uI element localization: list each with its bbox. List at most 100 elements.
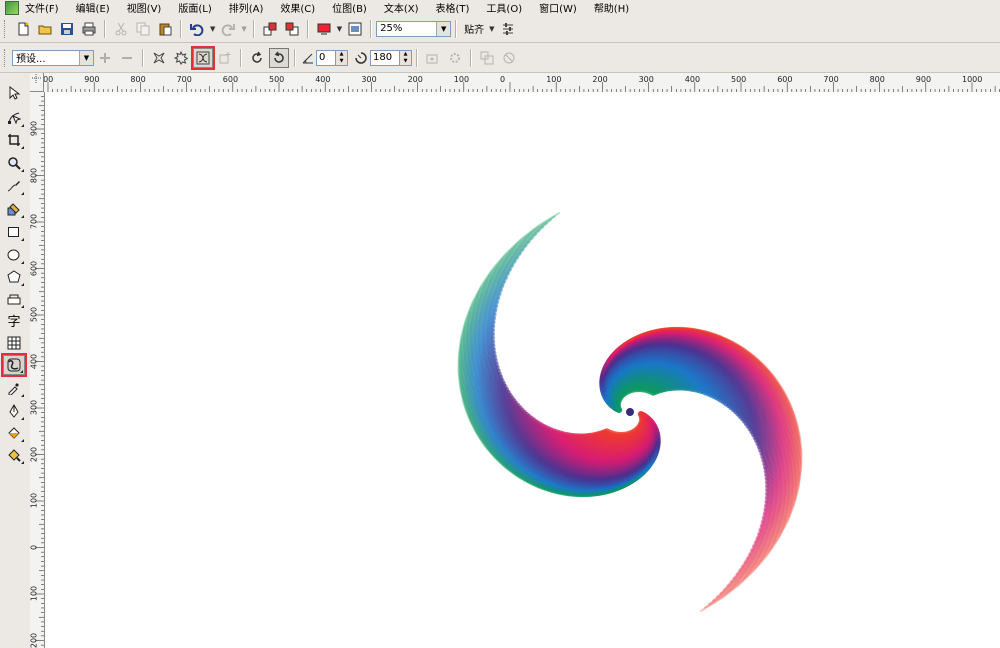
- clockwise-rotation-button[interactable]: [247, 48, 267, 68]
- welcome-screen-button[interactable]: [345, 19, 365, 39]
- standard-toolbar: ▼ ▼ ▼ 25% ▼ 贴齐 ▼: [0, 15, 1000, 43]
- menu-bitmaps[interactable]: 位图(B): [332, 0, 367, 15]
- polygon-tool[interactable]: [3, 267, 25, 287]
- copy-button[interactable]: [133, 19, 153, 39]
- distortion-center-handle[interactable]: [626, 408, 634, 416]
- interactive-fill-icon: [8, 449, 21, 462]
- toolbar-grip[interactable]: [4, 48, 8, 67]
- ruler-tick-label: 100: [453, 75, 470, 84]
- preset-list-combo[interactable]: 预设... ▼: [12, 49, 94, 66]
- interactive-fill-tool[interactable]: [3, 445, 25, 465]
- ruler-tick-label: 900: [915, 75, 932, 84]
- counterclockwise-rotation-button[interactable]: [269, 47, 289, 68]
- spin-up-icon[interactable]: ▲: [336, 50, 347, 58]
- magnifier-icon: [8, 157, 21, 170]
- basic-shapes-tool[interactable]: [3, 289, 25, 309]
- ellipse-tool[interactable]: [3, 245, 25, 265]
- menu-file[interactable]: 文件(F): [25, 0, 59, 15]
- text-tool[interactable]: 字: [3, 310, 25, 330]
- import-button[interactable]: [260, 19, 280, 39]
- toolbar-separator: [142, 48, 144, 67]
- crop-icon: [8, 134, 20, 146]
- open-button[interactable]: [35, 19, 55, 39]
- drawing-canvas[interactable]: [45, 92, 1000, 648]
- menu-edit[interactable]: 编辑(E): [76, 0, 110, 15]
- ruler-tick-label: 200: [30, 446, 39, 462]
- zipper-distortion-button[interactable]: [171, 48, 191, 68]
- twister-distortion-button[interactable]: [191, 45, 215, 70]
- delete-preset-button[interactable]: [117, 48, 137, 68]
- menu-layout[interactable]: 版面(L): [178, 0, 211, 15]
- ruler-tick-label: 800: [130, 75, 146, 84]
- export-button[interactable]: [282, 19, 302, 39]
- rectangle-tool[interactable]: [3, 222, 25, 242]
- toolbar-grip[interactable]: [4, 19, 8, 38]
- additional-degrees-spinner[interactable]: 180 ▲ ▼: [370, 49, 412, 66]
- smart-fill-icon: [7, 203, 20, 216]
- fill-tool[interactable]: [3, 423, 25, 443]
- eyedropper-tool[interactable]: [3, 378, 25, 398]
- ruler-tick-label: 500: [30, 306, 39, 323]
- freehand-tool[interactable]: [3, 176, 25, 196]
- options-button[interactable]: [498, 19, 518, 39]
- menu-tools[interactable]: 工具(O): [486, 0, 522, 15]
- add-preset-button[interactable]: [95, 48, 115, 68]
- paste-clipboard-icon: [159, 23, 172, 35]
- menu-view[interactable]: 视图(V): [127, 0, 162, 15]
- zoom-level-value: 25%: [380, 23, 403, 34]
- zoom-level-combo[interactable]: 25% ▼: [376, 20, 452, 37]
- spin-down-icon[interactable]: ▼: [336, 57, 347, 65]
- twister-distorted-artwork[interactable]: [45, 92, 1000, 648]
- cut-button[interactable]: [111, 19, 131, 39]
- print-button[interactable]: [79, 19, 99, 39]
- horizontal-ruler[interactable]: 8009008007006005004003002001000100200300…: [44, 73, 1000, 93]
- center-distortion-icon: [426, 54, 438, 63]
- spin-up-icon[interactable]: ▲: [400, 50, 411, 58]
- spinner-arrows[interactable]: ▲ ▼: [335, 50, 347, 65]
- pick-tool[interactable]: [3, 83, 25, 103]
- chevron-down-icon[interactable]: ▼: [436, 21, 451, 36]
- undo-arrow-icon: [190, 23, 204, 36]
- outline-tool[interactable]: [3, 401, 25, 421]
- menu-help[interactable]: 帮助(H): [594, 0, 629, 15]
- redo-button[interactable]: [218, 19, 238, 39]
- flyout-corner: [21, 394, 24, 397]
- frequency-distortion-button[interactable]: [445, 48, 465, 68]
- menu-table[interactable]: 表格(T): [436, 0, 470, 15]
- application-launcher-button[interactable]: [314, 19, 334, 39]
- copy-distortion-properties-button[interactable]: [477, 48, 497, 68]
- rotate-clockwise-icon: [252, 51, 262, 63]
- spinner-arrows[interactable]: ▲ ▼: [399, 50, 411, 65]
- spin-down-icon[interactable]: ▼: [400, 57, 411, 65]
- snap-to-label[interactable]: 贴齐: [464, 21, 484, 36]
- menu-text[interactable]: 文本(X): [384, 0, 419, 15]
- gear-icon: [450, 52, 460, 63]
- launcher-dropdown-arrow[interactable]: ▼: [337, 25, 342, 33]
- chevron-down-icon[interactable]: ▼: [79, 50, 93, 65]
- vertical-ruler[interactable]: 900 800 700 600 500 400 300 200 100 0 100 200: [30, 92, 45, 648]
- undo-button[interactable]: [187, 19, 207, 39]
- push-pull-distortion-button[interactable]: [149, 48, 169, 68]
- crop-tool[interactable]: [3, 130, 25, 150]
- zoom-tool[interactable]: [3, 153, 25, 173]
- interactive-distortion-tool[interactable]: [1, 353, 27, 377]
- toolbar-separator: [294, 48, 296, 67]
- ruler-tick-label: 700: [30, 213, 39, 230]
- smart-fill-tool[interactable]: [3, 199, 25, 219]
- ruler-origin-corner[interactable]: [30, 73, 44, 92]
- new-document-button[interactable]: [13, 19, 33, 39]
- paste-button[interactable]: [155, 19, 175, 39]
- menu-effects[interactable]: 效果(C): [280, 0, 315, 15]
- complete-rotations-spinner[interactable]: 0 ▲ ▼: [316, 49, 348, 66]
- table-tool[interactable]: [3, 333, 25, 353]
- menu-arrange[interactable]: 排列(A): [229, 0, 264, 15]
- clear-distortion-button[interactable]: [499, 48, 519, 68]
- add-new-distortion-button[interactable]: [215, 48, 235, 68]
- shape-tool[interactable]: [3, 108, 25, 128]
- redo-dropdown-arrow[interactable]: ▼: [241, 25, 246, 33]
- snap-to-dropdown-arrow[interactable]: ▼: [489, 25, 494, 33]
- menu-window[interactable]: 窗口(W): [539, 0, 577, 15]
- center-distortion-button[interactable]: [423, 48, 443, 68]
- undo-dropdown-arrow[interactable]: ▼: [210, 25, 215, 33]
- save-button[interactable]: [57, 19, 77, 39]
